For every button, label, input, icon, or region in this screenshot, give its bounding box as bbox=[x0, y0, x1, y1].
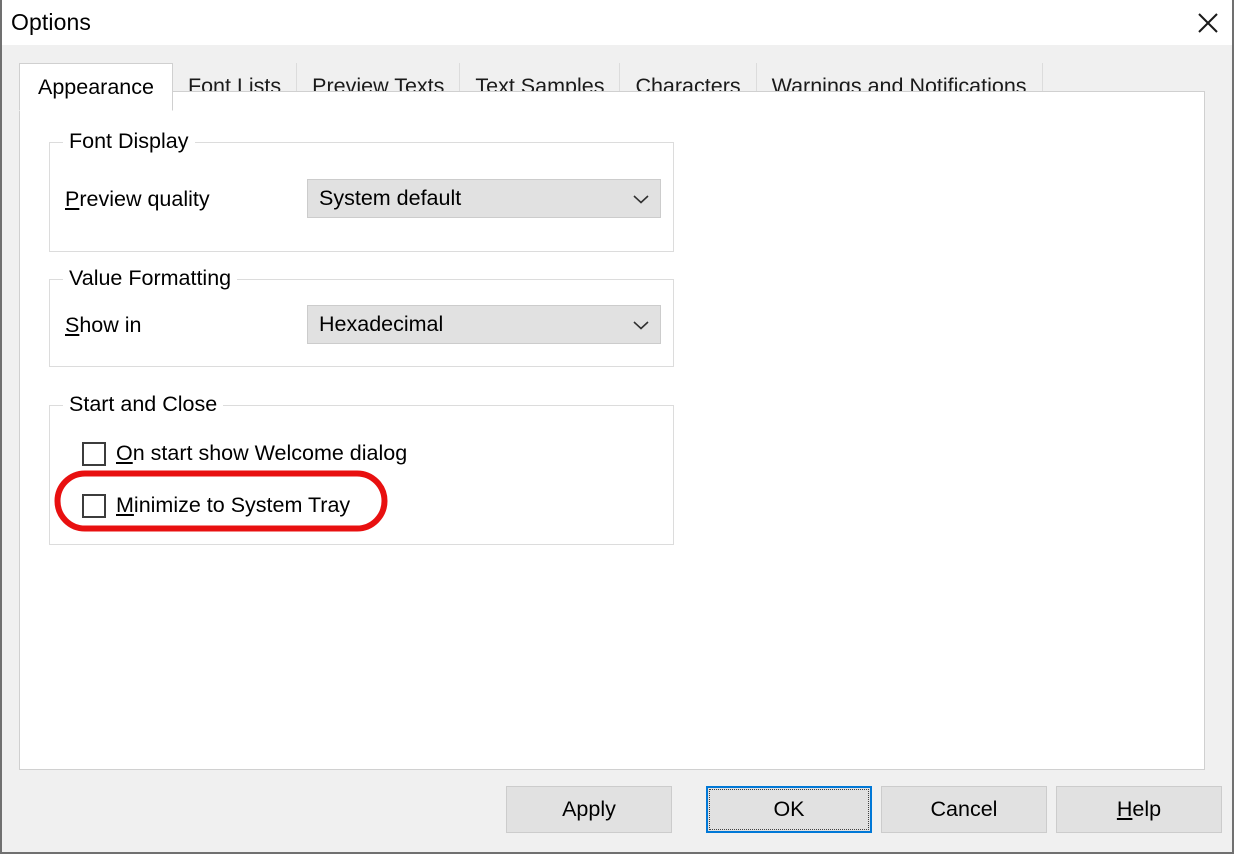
button-label: Help bbox=[1117, 797, 1161, 822]
button-label: Cancel bbox=[930, 797, 998, 821]
group-font-display: Font Display Preview quality System defa… bbox=[49, 129, 674, 252]
preview-quality-value: System default bbox=[319, 186, 462, 210]
options-dialog-window: Options Appearance Font Lists Preview Te… bbox=[0, 0, 1234, 854]
ok-button[interactable]: OK bbox=[706, 786, 872, 833]
close-icon bbox=[1195, 10, 1221, 36]
chevron-down-icon bbox=[622, 193, 660, 205]
label-text: elp bbox=[1132, 797, 1162, 821]
label-text: n start show Welcome dialog bbox=[132, 441, 408, 465]
group-title: Start and Close bbox=[63, 392, 224, 417]
window-title: Options bbox=[11, 9, 91, 35]
label-text: how in bbox=[79, 313, 142, 337]
mnemonic-letter: H bbox=[1116, 797, 1133, 821]
mnemonic-letter: P bbox=[65, 187, 80, 211]
button-label: OK bbox=[773, 797, 805, 821]
cancel-button[interactable]: Cancel bbox=[881, 786, 1047, 833]
preview-quality-combobox[interactable]: System default bbox=[307, 179, 661, 218]
label-text: review quality bbox=[79, 187, 210, 211]
group-title: Font Display bbox=[63, 129, 195, 154]
mnemonic-letter: M bbox=[116, 493, 134, 517]
close-button[interactable] bbox=[1184, 0, 1232, 45]
checkbox-label: Minimize to System Tray bbox=[116, 493, 350, 518]
label-text: inimize to System Tray bbox=[133, 493, 351, 517]
help-button[interactable]: Help bbox=[1056, 786, 1222, 833]
apply-button[interactable]: Apply bbox=[506, 786, 672, 833]
tab-label: Appearance bbox=[38, 74, 154, 99]
group-start-and-close: Start and Close On start show Welcome di… bbox=[49, 392, 674, 545]
show-in-value: Hexadecimal bbox=[319, 312, 444, 336]
mnemonic-letter: S bbox=[65, 313, 80, 337]
show-in-combobox[interactable]: Hexadecimal bbox=[307, 305, 661, 344]
button-label: Apply bbox=[562, 797, 616, 821]
dialog-footer: Apply OK Cancel Help bbox=[2, 770, 1232, 852]
show-in-label: Show in bbox=[65, 313, 142, 338]
preview-quality-label: Preview quality bbox=[65, 187, 210, 212]
checkbox-minimize-to-system-tray[interactable]: Minimize to System Tray bbox=[82, 493, 350, 518]
checkbox-label: On start show Welcome dialog bbox=[116, 441, 407, 466]
group-value-formatting: Value Formatting Show in Hexadecimal bbox=[49, 266, 674, 367]
checkbox-indicator[interactable] bbox=[82, 441, 106, 466]
tab-appearance[interactable]: Appearance bbox=[19, 63, 173, 111]
mnemonic-letter: O bbox=[116, 441, 133, 465]
title-bar: Options bbox=[2, 0, 1232, 45]
appearance-tab-panel: Font Display Preview quality System defa… bbox=[19, 91, 1205, 770]
checkbox-on-start-show-welcome-dialog[interactable]: On start show Welcome dialog bbox=[82, 441, 407, 466]
chevron-down-icon bbox=[622, 319, 660, 331]
group-title: Value Formatting bbox=[63, 266, 238, 291]
checkbox-indicator[interactable] bbox=[82, 493, 106, 518]
